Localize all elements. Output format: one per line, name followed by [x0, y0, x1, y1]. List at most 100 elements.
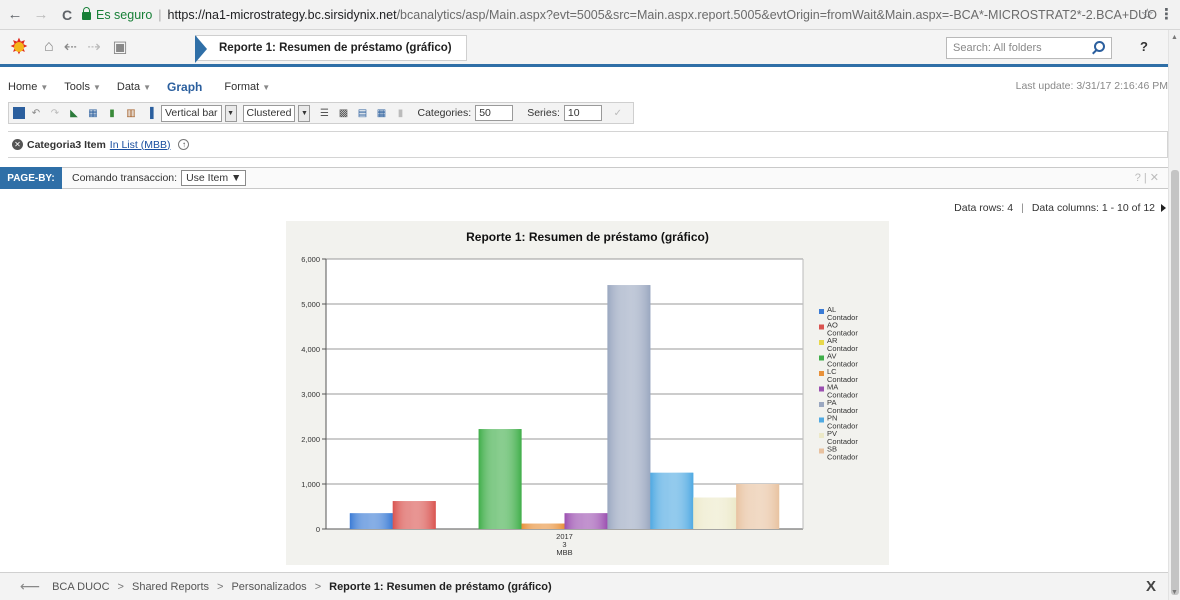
page-by-select[interactable]: Use Item ▼: [181, 170, 247, 186]
bar-shade: [607, 285, 651, 529]
bar-shade: [693, 497, 737, 529]
chart-wizard-icon[interactable]: ◣: [66, 105, 82, 121]
bottom-breadcrumb: ⟵ BCA DUOC > Shared Reports > Personaliz…: [0, 572, 1168, 600]
grid-view-icon[interactable]: ▦: [85, 105, 101, 121]
bar-shade: [521, 523, 565, 529]
apply-icon[interactable]: ✓: [610, 105, 626, 121]
y-tick-label: 3,000: [301, 390, 320, 399]
forward-icon[interactable]: →: [30, 4, 52, 26]
menu-format[interactable]: Format ▼: [224, 81, 270, 93]
menu-home[interactable]: Home ▼: [8, 81, 48, 93]
legend-swatch: [819, 340, 824, 345]
search-input[interactable]: Search: All folders: [946, 37, 1112, 59]
bookmark-star-icon[interactable]: ☆: [1141, 5, 1154, 23]
legend-swatch: [819, 433, 824, 438]
browser-toolbar: ← → C Es seguro | https://na1-microstrat…: [0, 0, 1180, 30]
legend-swatch: [819, 324, 824, 330]
app-header: ✸ ⌂ ⇠ ⇢ ▣ Reporte 1: Resumen de préstamo…: [0, 30, 1168, 67]
filter-bar: ✕ Categoria3 Item In List (MBB) ↑: [8, 131, 1168, 158]
back-icon[interactable]: ←: [4, 4, 26, 26]
breadcrumb-item[interactable]: BCA DUOC: [52, 581, 109, 593]
y-tick-label: 2,000: [301, 435, 320, 444]
filter-link[interactable]: In List (MBB): [110, 139, 171, 151]
chart-type-dropdown-icon[interactable]: ▼: [224, 104, 237, 122]
close-bottom-icon[interactable]: X: [1146, 578, 1156, 595]
menu-bar: Home ▼ Tools ▼ Data ▼ Graph Format ▼ Last up…: [0, 76, 1168, 98]
chart-subtype-select[interactable]: Clustered: [242, 104, 296, 122]
reload-icon[interactable]: C: [56, 4, 78, 26]
bar-shade: [478, 429, 522, 529]
legend-icon[interactable]: ☰: [316, 105, 332, 121]
data-rows: Data rows: 4: [954, 202, 1014, 214]
remove-filter-icon[interactable]: ✕: [12, 139, 23, 150]
series-label: Series:: [527, 107, 560, 119]
bar-shade: [564, 513, 608, 529]
help-button[interactable]: ?: [1140, 39, 1148, 54]
redo-icon[interactable]: ↷: [47, 105, 63, 121]
page-by-controls-icon[interactable]: ?|✕: [1135, 171, 1162, 184]
breadcrumb-sep: >: [117, 580, 124, 593]
home-icon[interactable]: ⌂: [44, 38, 54, 56]
last-update: Last update: 3/31/17 2:16:46 PM: [1015, 80, 1168, 92]
table-icon[interactable]: ▤: [354, 105, 370, 121]
expand-filter-icon[interactable]: ↑: [178, 139, 190, 150]
forward-nav-icon[interactable]: ⇢: [87, 37, 100, 57]
y-tick-label: 1,000: [301, 480, 320, 489]
legend-swatch: [819, 355, 824, 361]
save-icon[interactable]: [13, 107, 25, 119]
graph-view-icon[interactable]: ▮: [104, 105, 120, 121]
data-columns: Data columns: 1 - 10 of 12: [1031, 202, 1155, 214]
grid-graph-icon[interactable]: ▥: [123, 105, 139, 121]
bar-shade: [392, 501, 436, 529]
address-bar[interactable]: Es seguro | https://na1-microstrategy.bc…: [82, 4, 1162, 26]
next-columns-icon[interactable]: [1161, 204, 1166, 212]
y-tick-label: 5,000: [301, 300, 320, 309]
breadcrumb-item[interactable]: Shared Reports: [132, 581, 209, 593]
data-labels-icon[interactable]: ▩: [335, 105, 351, 121]
bar-shade: [349, 513, 393, 529]
bar-shade: [650, 472, 694, 529]
legend-swatch: [819, 402, 824, 407]
lock-icon: [82, 7, 91, 20]
breadcrumb-sep: >: [314, 580, 322, 593]
breadcrumb-item[interactable]: Personalizados: [231, 581, 306, 593]
filter-text: Categoria3 Item: [27, 138, 106, 151]
legend-swatch: [819, 309, 824, 314]
grid-lines-icon[interactable]: ▦: [373, 105, 389, 121]
search-icon[interactable]: [1094, 41, 1105, 52]
vertical-scrollbar[interactable]: ▲ ▼: [1168, 30, 1180, 600]
chart-subtype-dropdown-icon[interactable]: ▼: [298, 104, 311, 122]
legend-swatch: [819, 417, 824, 423]
legend-swatch: [819, 448, 824, 454]
microstrategy-logo-icon[interactable]: ✸: [8, 36, 30, 58]
upload-icon[interactable]: ▣: [112, 37, 127, 57]
x-category-label: MBB: [556, 548, 572, 557]
data-info-divider: |: [1021, 202, 1024, 214]
page-by-tag: PAGE-BY:: [0, 167, 62, 189]
browser-menu-icon[interactable]: ⋮: [1159, 5, 1174, 23]
breadcrumb-back-icon[interactable]: ⟵: [20, 578, 40, 595]
categories-input[interactable]: 50: [475, 105, 514, 121]
bar-chart-icon: ▐: [146, 107, 154, 119]
data-info: Data rows: 4 | Data columns: 1 - 10 of 1…: [954, 202, 1166, 214]
chart-props-icon[interactable]: ▮: [392, 105, 408, 121]
bar-chart: 01,0002,0003,0004,0005,0006,00020173MBB …: [301, 255, 858, 557]
menu-tools[interactable]: Tools ▼: [64, 81, 101, 93]
y-tick-label: 4,000: [301, 345, 320, 354]
bar-shade: [736, 484, 780, 529]
search-placeholder: Search: All folders: [953, 42, 1042, 54]
scroll-up-icon[interactable]: ▲: [1171, 34, 1178, 41]
back-nav-icon[interactable]: ⇠: [64, 37, 77, 57]
url-separator: |: [158, 8, 162, 22]
menu-data[interactable]: Data ▼: [117, 81, 151, 93]
chart-type-select[interactable]: Vertical bar: [161, 104, 222, 122]
menu-graph[interactable]: Graph: [167, 80, 202, 94]
breadcrumb-current: Reporte 1: Resumen de préstamo (gráfico): [329, 580, 552, 593]
page-by-label: Comando transaccion:: [72, 172, 178, 184]
undo-icon[interactable]: ↶: [28, 105, 44, 121]
chart-container: Reporte 1: Resumen de préstamo (gráfico)…: [286, 221, 889, 565]
scrollbar-thumb[interactable]: [1171, 170, 1179, 595]
graph-toolbar: ↶ ↷ ◣ ▦ ▮ ▥ ▐ Vertical bar ▼ Clustered ▼…: [8, 102, 634, 124]
series-input[interactable]: 10: [563, 105, 602, 121]
scroll-down-icon[interactable]: ▼: [1171, 589, 1178, 596]
